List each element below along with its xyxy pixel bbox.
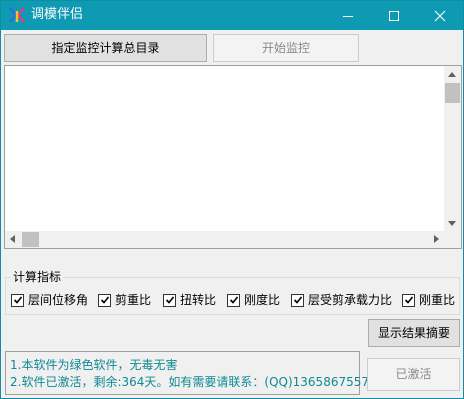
close-button[interactable] <box>417 1 463 30</box>
maximize-button[interactable] <box>371 1 417 30</box>
checkbox-checked-icon[interactable] <box>227 293 240 307</box>
scroll-up-icon <box>448 72 456 77</box>
scroll-corner <box>444 231 461 248</box>
horizontal-scrollbar[interactable] <box>5 231 461 248</box>
minimize-button[interactable] <box>325 1 371 30</box>
indicators-group-title: 计算指标 <box>11 269 64 285</box>
show-summary-button[interactable]: 显示结果摘要 <box>368 319 460 347</box>
activated-button[interactable]: 已激活 <box>367 358 460 391</box>
indicators-group: 计算指标 层间位移角 剪重比 扭转比 刚度比 层受剪承载力比 刚重比 <box>5 269 460 315</box>
scroll-left-icon <box>10 235 15 243</box>
checkbox-label: 层间位移角 <box>28 293 89 307</box>
checkbox-checked-icon[interactable] <box>98 293 111 307</box>
minimize-icon <box>343 16 353 17</box>
start-monitor-button[interactable]: 开始监控 <box>213 34 359 62</box>
checkbox-stiffness-weight-ratio[interactable]: 刚重比 <box>402 293 455 307</box>
checkbox-checked-icon[interactable] <box>291 293 304 307</box>
scroll-down-icon <box>448 221 456 226</box>
horizontal-scroll-thumb[interactable] <box>22 232 39 247</box>
checkbox-checked-icon[interactable] <box>163 293 176 307</box>
checkbox-checked-icon[interactable] <box>402 293 415 307</box>
window-title: 调模伴侣 <box>31 7 84 22</box>
checkbox-torsion-ratio[interactable]: 扭转比 <box>163 293 216 307</box>
select-monitor-directory-button[interactable]: 指定监控计算总目录 <box>4 34 207 62</box>
main-window: 调模伴侣 指定监控计算总目录 开始监控 计算指标 层间位移角 剪重比 扭转比 刚… <box>0 0 464 399</box>
app-logo-icon <box>9 7 25 23</box>
vertical-scroll-thumb[interactable] <box>445 83 460 103</box>
output-text-area[interactable] <box>4 65 462 249</box>
checkbox-checked-icon[interactable] <box>11 293 24 307</box>
checkbox-story-shear-capacity-ratio[interactable]: 层受剪承载力比 <box>291 293 392 307</box>
maximize-icon <box>389 11 399 21</box>
vertical-scrollbar[interactable] <box>444 66 461 232</box>
checkbox-stiffness-ratio[interactable]: 刚度比 <box>227 293 280 307</box>
checkbox-label: 刚度比 <box>244 293 281 307</box>
checkbox-label: 层受剪承载力比 <box>308 293 393 307</box>
title-bar[interactable]: 调模伴侣 <box>1 1 463 30</box>
checkbox-story-drift[interactable]: 层间位移角 <box>11 293 88 307</box>
checkbox-label: 刚重比 <box>419 293 456 307</box>
info-line-2: 2.软件已激活，剩余:364天。如有需要请联系：(QQ)1365867557 <box>10 375 369 389</box>
scroll-right-icon <box>434 235 439 243</box>
info-panel: 1.本软件为绿色软件，无毒无害 2.软件已激活，剩余:364天。如有需要请联系：… <box>5 351 369 395</box>
info-line-1: 1.本软件为绿色软件，无毒无害 <box>10 358 178 372</box>
close-icon <box>434 10 446 22</box>
checkbox-label: 剪重比 <box>115 293 152 307</box>
checkbox-shear-weight-ratio[interactable]: 剪重比 <box>98 293 151 307</box>
checkbox-label: 扭转比 <box>180 293 217 307</box>
